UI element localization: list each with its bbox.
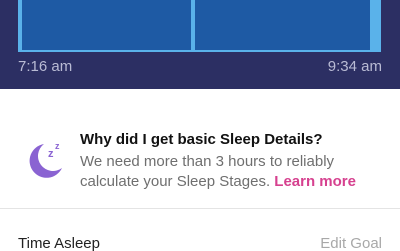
- svg-text:z: z: [55, 141, 60, 151]
- svg-text:z: z: [48, 148, 54, 160]
- sleep-graph[interactable]: [18, 0, 381, 50]
- sleep-graph-panel: 7:16 am 9:34 am: [0, 0, 400, 89]
- graph-start-time: 7:16 am: [18, 58, 73, 75]
- sleep-graph-baseline: [18, 50, 381, 52]
- moon-zz-icon: z z: [29, 141, 63, 178]
- edit-goal-button[interactable]: Edit Goal: [320, 235, 382, 251]
- graph-end-time: 9:34 am: [327, 58, 382, 75]
- section-divider: [0, 208, 400, 209]
- info-title: Why did I get basic Sleep Details?: [80, 131, 323, 148]
- time-asleep-label: Time Asleep: [18, 235, 100, 251]
- sleep-graph-bar: [18, 0, 22, 50]
- learn-more-link[interactable]: Learn more: [274, 173, 356, 190]
- sleep-graph-bar: [370, 0, 381, 50]
- sleep-graph-bar: [191, 0, 195, 50]
- info-body: We need more than 3 hours to reliably ca…: [80, 152, 380, 192]
